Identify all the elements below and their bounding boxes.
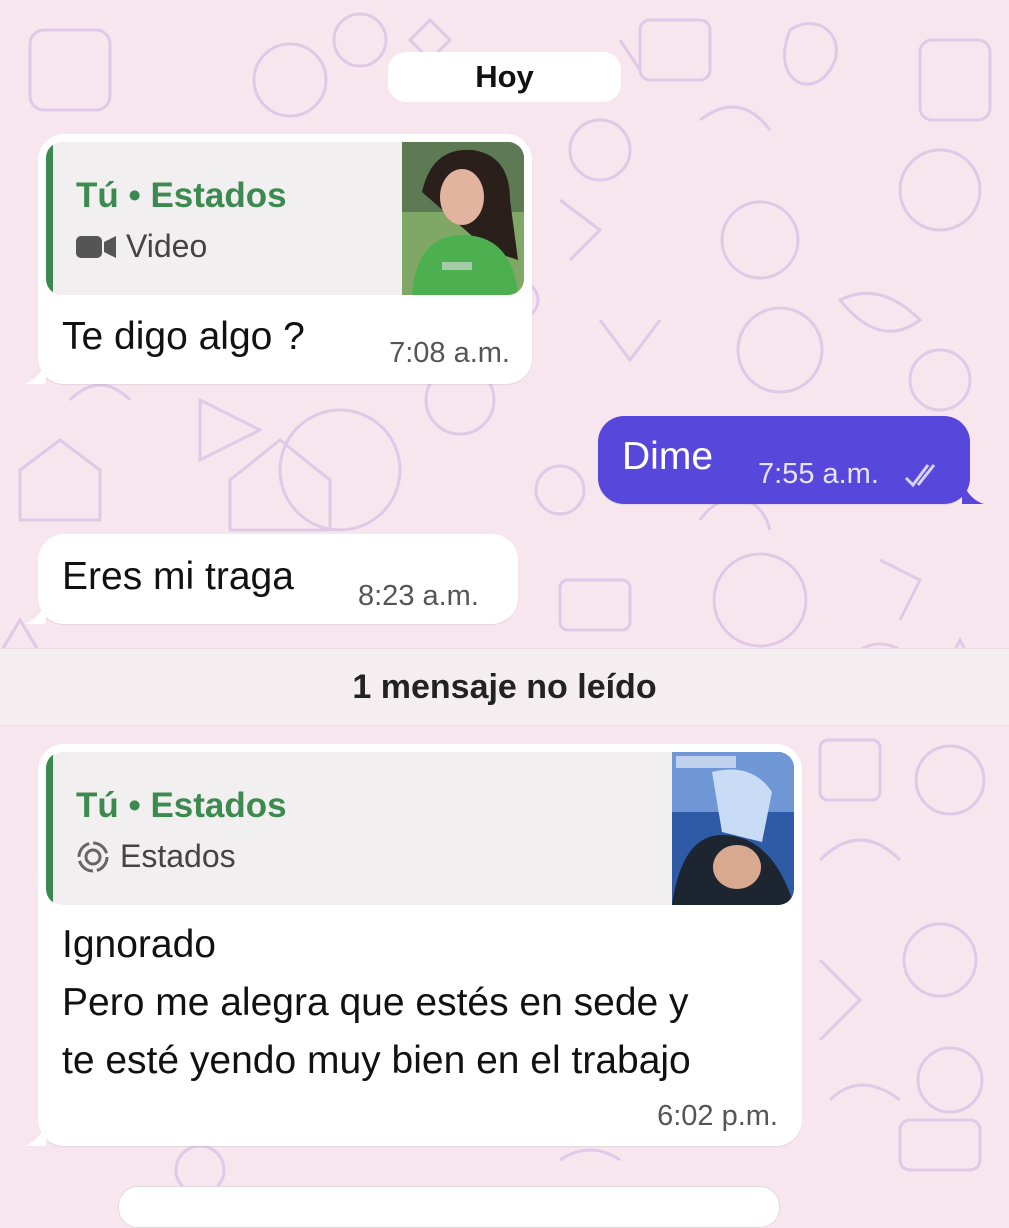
quote-accent-bar [46, 142, 53, 295]
quote-type: Video [76, 228, 207, 265]
message-time: 6:02 p.m. [657, 1100, 778, 1132]
bubble-tail [24, 602, 46, 624]
message-incoming-1[interactable]: Tú • Estados Video Te digo algo ? 7:08 a… [24, 134, 532, 384]
message-time: 7:08 a.m. [389, 337, 510, 369]
message-outgoing-1[interactable]: Dime 7:55 a.m. [598, 416, 984, 504]
double-check-icon [904, 464, 936, 488]
quote-type: Estados [76, 838, 236, 875]
quoted-status[interactable]: Tú • Estados Estados [46, 752, 794, 905]
quote-accent-bar [46, 752, 53, 905]
quote-type-label: Video [126, 228, 208, 264]
message-text: Dime [622, 435, 714, 478]
quoted-status[interactable]: Tú • Estados Video [46, 142, 524, 295]
message-incoming-2[interactable]: Eres mi traga 8:23 a.m. [24, 534, 518, 624]
message-text: Eres mi traga [62, 555, 294, 598]
message-time: 8:23 a.m. [358, 580, 479, 612]
message-text-line-3: te esté yendo muy bien en el trabajo [62, 1039, 691, 1082]
message-incoming-3[interactable]: Tú • Estados Estados Ignorado Pero me al… [24, 744, 802, 1146]
message-text-line-2: Pero me alegra que estés en sede y [62, 981, 689, 1024]
bubble-tail [962, 482, 984, 504]
quote-author: Tú • Estados [76, 176, 287, 215]
quote-author: Tú • Estados [76, 786, 287, 825]
message-input[interactable] [118, 1186, 780, 1228]
status-video-thumbnail [402, 142, 524, 295]
quote-type-label: Estados [120, 838, 236, 874]
video-camera-icon [76, 235, 116, 258]
status-image-thumbnail [672, 752, 794, 905]
bubble-tail [24, 1124, 46, 1146]
status-ring-icon [77, 841, 109, 872]
bubble-tail [24, 362, 46, 384]
message-text: Te digo algo ? [62, 315, 305, 358]
unread-messages-banner: 1 mensaje no leído [0, 648, 1009, 726]
date-chip: Hoy [388, 52, 621, 102]
message-time: 7:55 a.m. [758, 458, 879, 490]
message-text-line-1: Ignorado [62, 923, 216, 966]
